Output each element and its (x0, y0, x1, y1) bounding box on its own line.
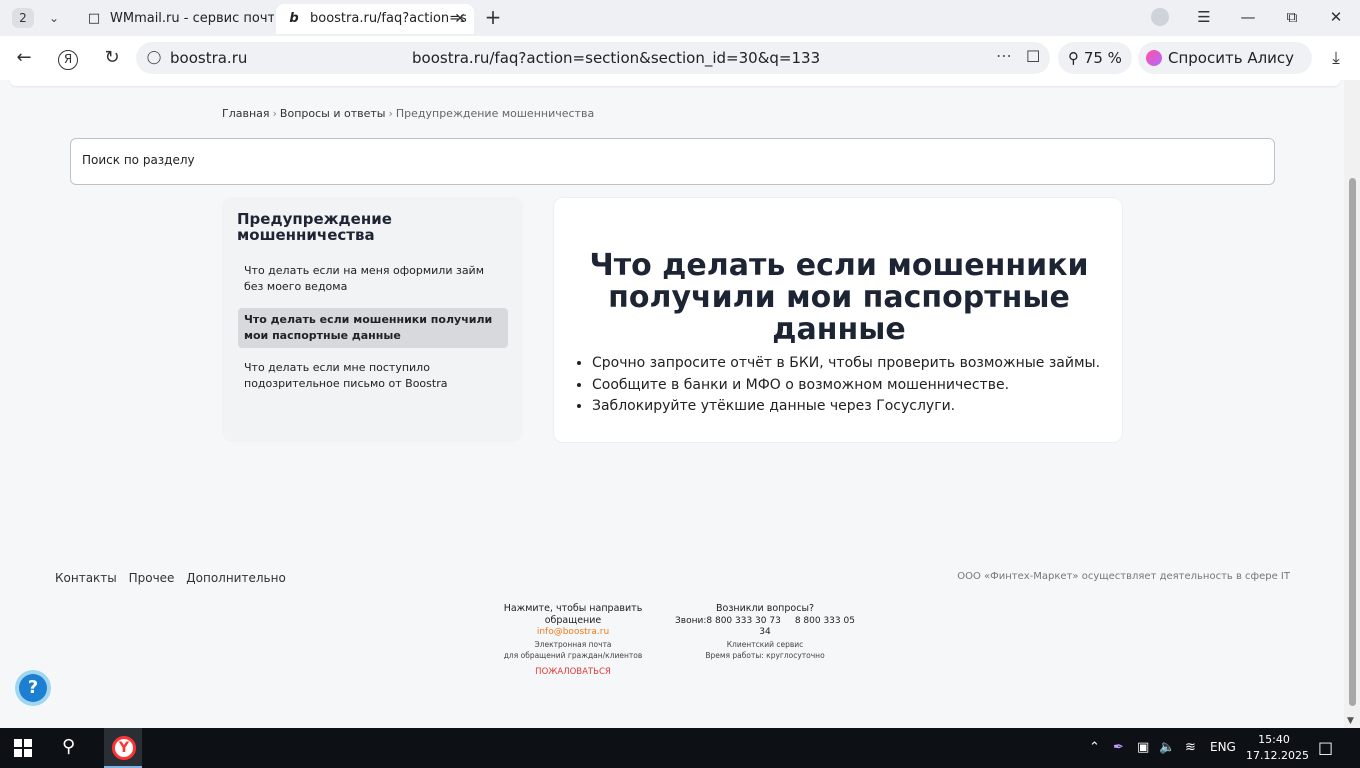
phone-prefix: Звони: (675, 615, 707, 626)
questions-contact-block: Возникли вопросы? Звони:8 800 333 30 73 8… (668, 603, 862, 662)
phone-row: Звони:8 800 333 30 73 8 800 333 05 34 (668, 616, 862, 639)
breadcrumb-section-link[interactable]: Вопросы и ответы (280, 107, 386, 120)
envelope-icon: □ (87, 11, 101, 26)
clock-date: 17.12.2025 (1246, 749, 1309, 762)
appeal-heading[interactable]: Нажмите, чтобы направить обращение (478, 603, 668, 626)
download-icon[interactable]: ⤓ (1324, 46, 1348, 70)
complain-link[interactable]: ПОЖАЛОВАТЬСЯ (478, 667, 668, 679)
tray-wifi-icon[interactable]: ≋ (1185, 740, 1196, 755)
notifications-icon[interactable]: □ (1318, 738, 1333, 757)
sidebar-item-suspicious-email[interactable]: Что делать если мне поступило подозрител… (238, 360, 508, 392)
appeal-caption: Электронная почта (534, 639, 612, 649)
tray-network-icon[interactable]: ▣ (1137, 740, 1149, 755)
questions-caption: Клиентский сервис (726, 639, 804, 649)
tabs-dropdown-chevron-icon[interactable]: ⌄ (42, 8, 66, 28)
tray-pen-icon[interactable]: ✒ (1113, 740, 1124, 755)
footer-links: Контакты Прочее Дополнительно (55, 571, 294, 585)
profile-icon[interactable] (1149, 8, 1171, 30)
breadcrumb-separator: › (272, 107, 277, 120)
tray-chevron-up-icon[interactable]: ⌃ (1089, 740, 1100, 755)
browser-address-bar: ← Я ↻ ◯ boostra.ru boostra.ru/faq?action… (0, 36, 1360, 99)
appeal-email-link[interactable]: info@boostra.ru (478, 627, 668, 639)
new-tab-plus-icon[interactable]: + (482, 6, 504, 28)
article-title: Что делать если мошенники получили мои п… (589, 248, 1089, 347)
url-domain: boostra.ru (170, 49, 248, 67)
footer-link-other[interactable]: Прочее (129, 571, 175, 585)
sidebar-item-loan-without-consent[interactable]: Что делать если на меня оформили займ бе… (238, 263, 508, 295)
zoom-search-icon: ⚲ (1068, 49, 1080, 67)
yandex-logo-icon[interactable]: Я (56, 46, 80, 70)
scrollbar-thumb[interactable] (1349, 178, 1356, 706)
bookmark-icon[interactable]: ☐ (1026, 47, 1040, 66)
zoom-level-button[interactable]: ⚲ 75 % (1058, 42, 1132, 74)
footer-legal-text: ООО «Финтех-Маркет» осуществляет деятель… (957, 571, 1290, 582)
taskbar-search-icon[interactable]: ⚲ (62, 736, 75, 757)
list-item: Заблокируйте утёкшие данные через Госусл… (592, 396, 1112, 418)
breadcrumb: Главная › Вопросы и ответы › Предупреждение … (222, 107, 594, 120)
alice-icon (1146, 50, 1162, 66)
clock-time: 15:40 (1258, 733, 1290, 746)
footer-link-contacts[interactable]: Контакты (55, 571, 117, 585)
appeal-caption: для обращений граждан/клиентов (503, 651, 643, 660)
help-chat-button[interactable]: ? (15, 670, 51, 706)
scroll-down-arrow-icon[interactable]: ▼ (1347, 716, 1354, 726)
windows-taskbar: ⚲ Y ⌃ ✒ ▣ 🔈 ≋ ENG 15:40 17.12.2025 □ (0, 728, 1360, 768)
boostra-favicon-icon: b (289, 11, 299, 26)
zoom-level: 75 % (1083, 49, 1122, 67)
tray-volume-icon[interactable]: 🔈 (1159, 740, 1175, 755)
faq-article: Что делать если мошенники получили мои п… (553, 197, 1123, 443)
ask-alice-button[interactable]: Спросить Алису AI (1138, 42, 1312, 99)
sidebar-item-passport-data[interactable]: Что делать если мошенники получили мои п… (238, 308, 508, 348)
tab-count-badge[interactable]: 2 (12, 8, 34, 28)
list-item: Срочно запросите отчёт в БКИ, чтобы пров… (592, 353, 1112, 375)
phone-link-1[interactable]: 8 800 333 30 73 (706, 616, 780, 626)
url-text[interactable]: boostra.ru/faq?action=section&section_id… (412, 49, 820, 67)
tab-title: WMmail.ru - сервис почто (110, 11, 274, 26)
tab-wmmail[interactable]: □ WMmail.ru - сервис почто (76, 4, 274, 34)
windows-start-icon[interactable] (14, 739, 32, 757)
faq-sidebar: Предупреждение мошенничества Что делать … (222, 197, 523, 442)
taskbar-clock[interactable]: 15:40 17.12.2025 (1246, 732, 1309, 764)
footer-link-additional[interactable]: Дополнительно (186, 571, 286, 585)
close-tab-icon[interactable]: ✕ (454, 4, 466, 34)
more-dots-icon[interactable]: ⋯ (996, 46, 1012, 65)
article-bullets: Срочно запросите отчёт в БКИ, чтобы пров… (592, 353, 1112, 418)
site-header-edge (10, 80, 1340, 86)
tab-boostra[interactable]: b boostra.ru/faq?action=s ✕ (276, 4, 474, 34)
section-search-input[interactable] (82, 153, 982, 167)
appeal-contact-block: Нажмите, чтобы направить обращение info@… (478, 603, 668, 678)
page-scrollbar[interactable]: ▼ (1344, 80, 1360, 728)
sidebar-title: Предупреждение мошенничества (237, 210, 392, 244)
close-window-icon[interactable]: ✕ (1325, 8, 1347, 26)
question-mark-icon: ? (19, 674, 47, 702)
reload-icon[interactable]: ↻ (100, 46, 124, 70)
page-viewport: Главная › Вопросы и ответы › Предупреждение … (0, 80, 1344, 728)
taskbar-yandex-browser[interactable]: Y (104, 728, 142, 768)
tray-language[interactable]: ENG (1210, 740, 1236, 754)
minimize-icon[interactable]: — (1237, 8, 1259, 26)
browser-tab-bar: 2 ⌄ □ WMmail.ru - сервис почто b boostra… (0, 0, 1360, 36)
questions-heading: Возникли вопросы? (715, 603, 814, 614)
shield-icon[interactable]: ◯ (146, 49, 162, 67)
restore-window-icon[interactable]: ⧉ (1281, 8, 1303, 26)
breadcrumb-separator: › (388, 107, 393, 120)
menu-hamburger-icon[interactable]: ☰ (1193, 8, 1215, 26)
tab-title: boostra.ru/faq?action=s (310, 11, 467, 26)
back-arrow-icon[interactable]: ← (12, 46, 36, 70)
breadcrumb-current: Предупреждение мошенничества (395, 107, 595, 120)
questions-caption: Время работы: круглосуточно (705, 651, 825, 660)
breadcrumb-home-link[interactable]: Главная (222, 107, 270, 120)
url-box[interactable]: ◯ boostra.ru boostra.ru/faq?action=secti… (136, 42, 1050, 74)
list-item: Сообщите в банки и МФО о возможном мошен… (592, 375, 1112, 397)
yandex-browser-icon: Y (112, 736, 136, 760)
section-search-box[interactable] (70, 138, 1275, 185)
